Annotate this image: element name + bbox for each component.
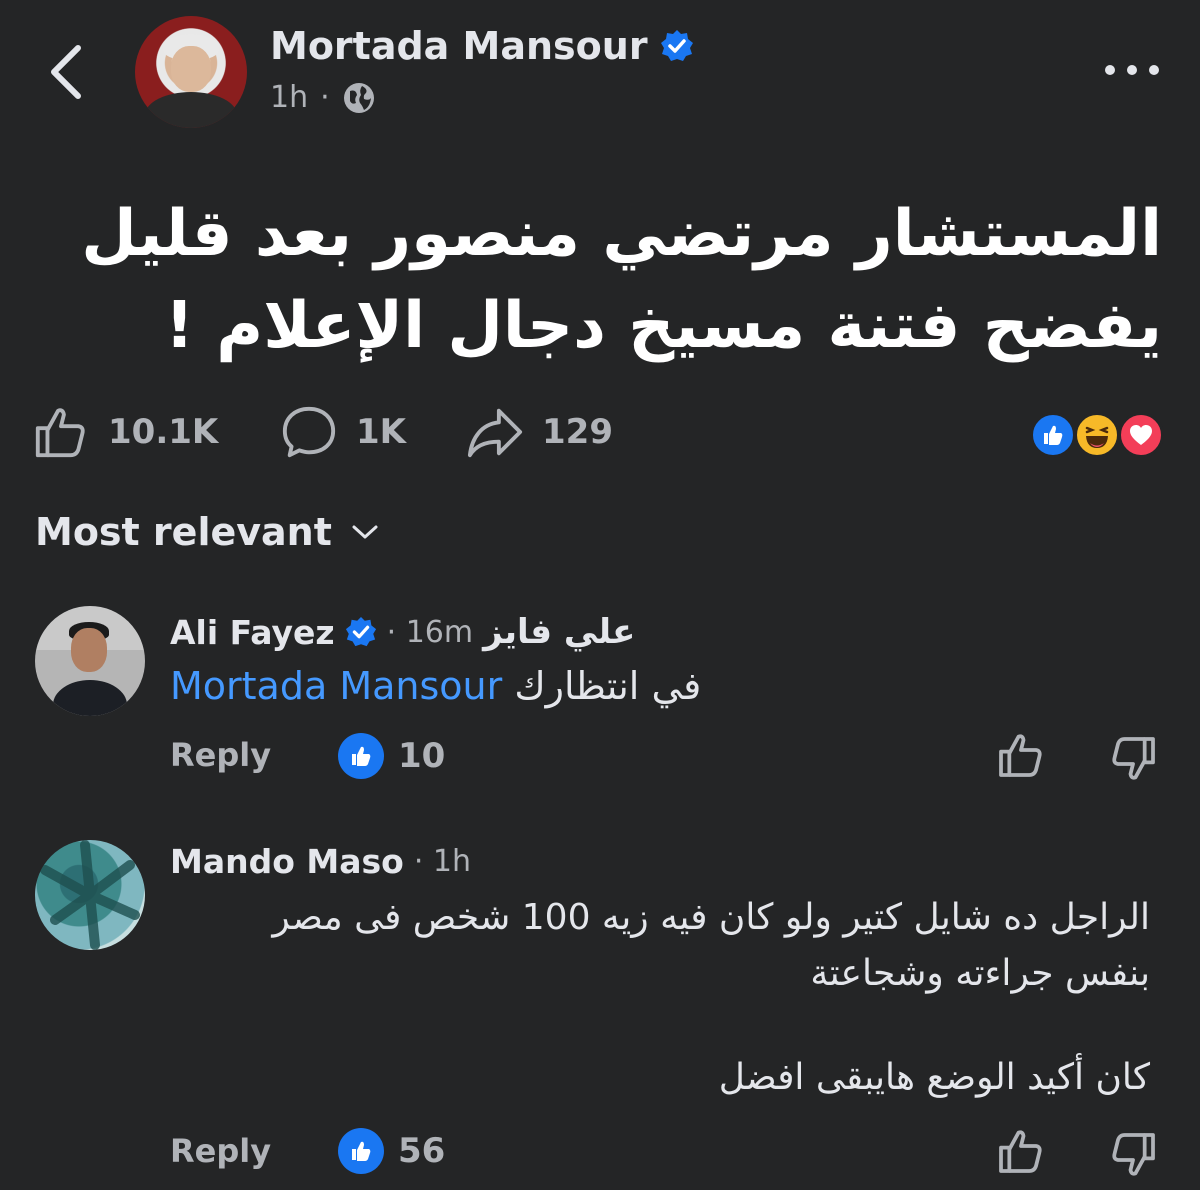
mention-link[interactable]: Mortada Mansour — [170, 664, 502, 708]
post-author-name[interactable]: Mortada Mansour — [270, 24, 694, 68]
chevron-down-icon — [352, 525, 378, 539]
share-arrow-icon — [467, 408, 523, 458]
post-text-line-1: المستشار مرتضي منصور بعد قليل — [81, 197, 1162, 271]
reply-button[interactable]: Reply — [170, 1132, 271, 1170]
comment-like-button[interactable] — [996, 1126, 1046, 1176]
comment-text-line-2: بنفس جراءته وشجاعتة — [810, 953, 1150, 994]
thumbs-down-outline-icon — [1112, 737, 1155, 780]
comment-text-line-1: الراجل ده شايل كتير ولو كان فيه زيه 100 … — [272, 897, 1150, 938]
comment-like-button[interactable] — [996, 730, 1046, 780]
like-reaction-icon — [338, 1128, 384, 1174]
thumbs-up-outline-icon — [35, 408, 85, 458]
author-avatar[interactable] — [135, 16, 247, 128]
verified-badge-icon — [345, 616, 376, 647]
reply-button[interactable]: Reply — [170, 736, 271, 774]
comment-body: الراجل ده شايل كتير ولو كان فيه زيه 100 … — [160, 890, 1150, 1106]
commenter-avatar[interactable] — [35, 840, 145, 950]
thumbs-up-outline-icon — [999, 1130, 1042, 1173]
comment-text: في انتظارك — [514, 664, 702, 708]
comment-text-gap — [160, 1002, 1150, 1050]
avatar-body — [53, 680, 127, 716]
verified-badge-icon — [660, 30, 693, 61]
comment-like-summary[interactable]: 10 — [338, 733, 445, 779]
post-meta: 1h · — [270, 80, 376, 115]
sort-dropdown[interactable]: Most relevant — [35, 510, 380, 554]
commenter-original-name: علي فايز — [483, 612, 636, 652]
comment-button[interactable]: 1K — [280, 400, 406, 464]
author-name-text[interactable]: Mortada Mansour — [270, 24, 648, 68]
avatar-suit — [145, 92, 237, 128]
comment-count: 1K — [356, 412, 407, 452]
avatar-face — [71, 628, 107, 672]
commenter-name[interactable]: Mando Maso — [170, 842, 404, 881]
more-dots-icon — [1105, 65, 1159, 75]
share-button[interactable]: 129 — [466, 400, 613, 464]
like-reaction-icon — [1030, 412, 1076, 458]
palm-tree-image — [40, 840, 140, 950]
sort-label: Most relevant — [35, 510, 332, 554]
comment-time[interactable]: · 1h — [414, 844, 471, 879]
like-reaction-icon — [338, 733, 384, 779]
comment-time[interactable]: · 16m — [387, 615, 473, 650]
reactions-summary[interactable] — [1030, 412, 1170, 460]
commenter-name[interactable]: Ali Fayez — [170, 613, 335, 652]
comment-dislike-button[interactable] — [1108, 734, 1158, 784]
more-options-button[interactable] — [1102, 58, 1162, 82]
comment-like-summary[interactable]: 56 — [338, 1128, 445, 1174]
thumbs-up-outline-icon — [999, 734, 1042, 777]
globe-icon[interactable] — [342, 81, 376, 115]
comment-text-line-3: كان أكيد الوضع هايبقى افضل — [718, 1057, 1150, 1098]
post-time[interactable]: 1h — [270, 80, 308, 115]
comment-like-count: 56 — [398, 1131, 446, 1171]
share-count: 129 — [542, 412, 613, 452]
thumbs-down-outline-icon — [1112, 1133, 1155, 1176]
back-button[interactable] — [40, 42, 96, 102]
meta-separator: · — [320, 80, 330, 115]
like-count: 10.1K — [108, 412, 219, 452]
post-text-line-2: يفضح فتنة مسيخ دجال الإعلام ! — [164, 289, 1162, 363]
comment-dislike-button[interactable] — [1108, 1130, 1158, 1180]
commenter-avatar[interactable] — [35, 606, 145, 716]
like-button[interactable]: 10.1K — [32, 400, 218, 464]
love-reaction-icon — [1118, 412, 1164, 458]
comment-header: Mando Maso · 1h — [170, 842, 471, 881]
avatar-face — [171, 46, 211, 92]
chevron-left-icon — [51, 45, 81, 99]
comment-like-count: 10 — [398, 736, 446, 776]
comment-body: Mortada Mansour في انتظارك — [170, 664, 701, 708]
comment-bubble-icon — [282, 406, 336, 458]
haha-reaction-icon — [1074, 412, 1120, 458]
post-text: المستشار مرتضي منصور بعد قليل يفضح فتنة … — [32, 188, 1162, 372]
comment-header: Ali Fayez · 16m علي فايز — [170, 612, 635, 652]
